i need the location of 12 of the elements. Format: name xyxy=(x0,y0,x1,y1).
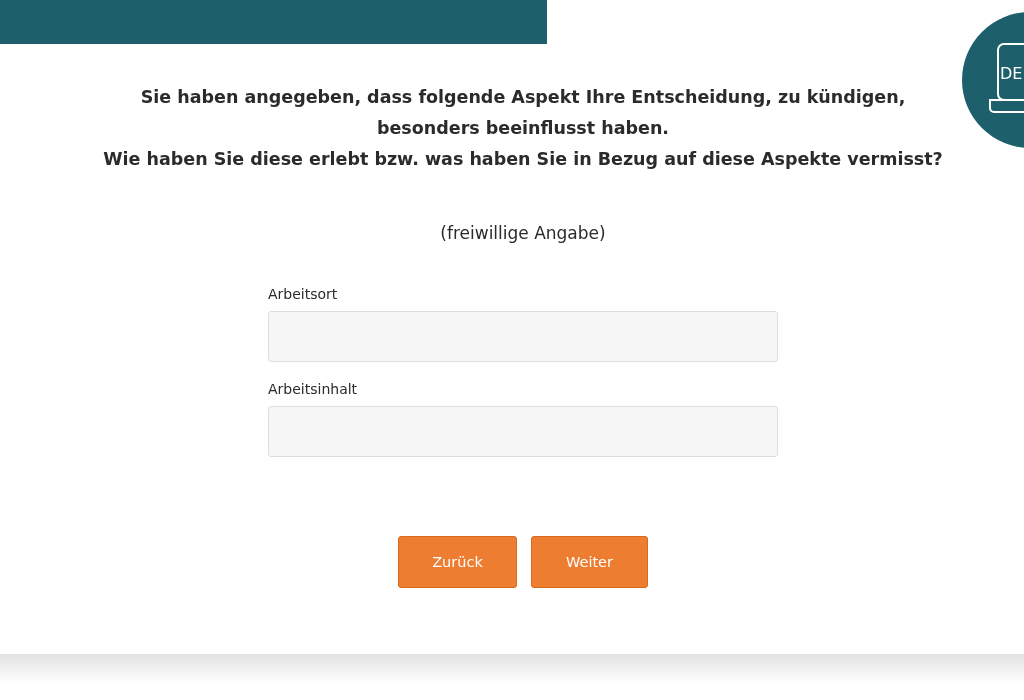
language-badge[interactable]: DE xyxy=(962,12,1024,148)
heading-line: Sie haben angegeben, dass folgende Aspekt Ihre Entscheidung, zu kündigen, xyxy=(140,86,906,109)
heading-line: besonders beeinflusst haben. xyxy=(376,117,669,140)
nav-button[interactable]: Weiter xyxy=(531,536,648,588)
field-label: Arbeitsinhalt xyxy=(268,380,359,398)
text-input[interactable] xyxy=(268,311,778,362)
text-input[interactable] xyxy=(268,406,778,457)
nav-button[interactable]: Zurück xyxy=(398,536,517,588)
field-label: Arbeitsort xyxy=(268,285,339,303)
optional-note: (freiwillige Angabe) xyxy=(440,223,606,243)
language-label: DE xyxy=(1000,64,1023,84)
heading-line: Wie haben Sie diese erlebt bzw. was haben Sie in Bezug auf diese Aspekte vermisst? xyxy=(103,148,943,171)
